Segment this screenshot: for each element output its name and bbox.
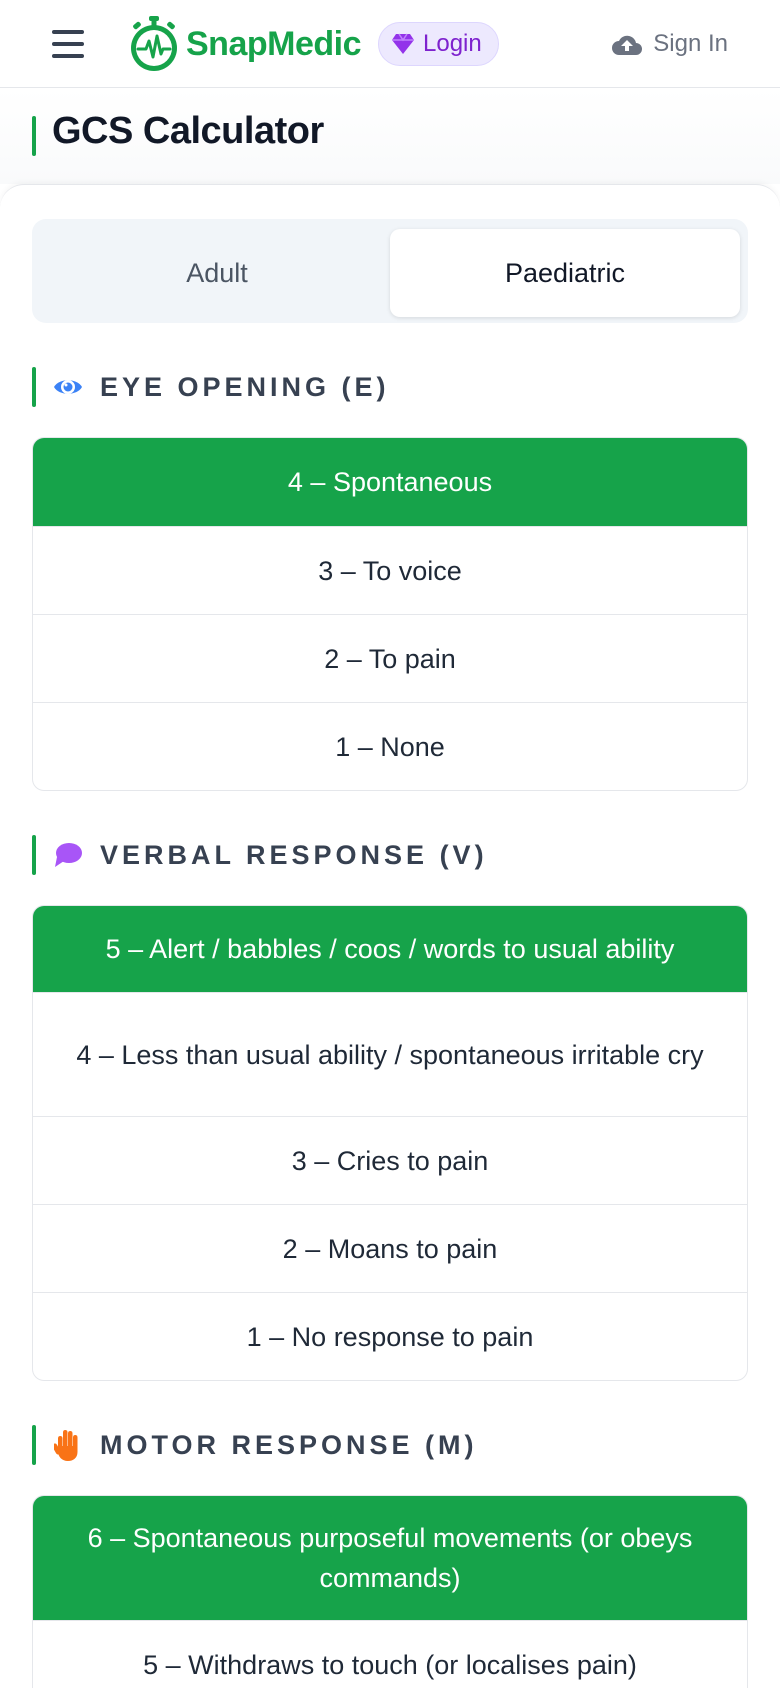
page-title: GCS Calculator [52,110,324,152]
motor-section-heading: MOTOR RESPONSE (M) [32,1425,478,1465]
eye-icon [52,371,84,403]
eye-section-heading: EYE OPENING (E) [32,367,390,407]
brand-logo[interactable]: SnapMedic [128,16,361,72]
tab-adult[interactable]: Adult [42,229,392,317]
eye-option-3[interactable]: 3 – To voice [33,526,747,614]
cloud-upload-icon [612,35,643,55]
verbal-section-heading: VERBAL RESPONSE (V) [32,835,488,875]
calculator-panel: Adult Paediatric EYE OPENING (E) 4 – Spo… [0,184,780,1688]
section-accent-bar [32,1425,36,1465]
login-button[interactable]: Login [378,22,499,66]
verbal-option-2[interactable]: 2 – Moans to pain [33,1204,747,1292]
sign-in-label: Sign In [653,30,728,57]
eye-options-list: 4 – Spontaneous 3 – To voice 2 – To pain… [32,437,748,791]
age-group-tabs: Adult Paediatric [32,219,748,323]
eye-option-2[interactable]: 2 – To pain [33,614,747,702]
hamburger-menu-icon[interactable] [52,30,84,58]
verbal-option-4[interactable]: 4 – Less than usual ability / spontaneou… [33,992,747,1116]
top-nav-bar: SnapMedic Login Sign In [0,0,780,88]
eye-option-1[interactable]: 1 – None [33,702,747,790]
speech-bubble-icon [52,839,84,871]
page-header: GCS Calculator [0,88,780,184]
stopwatch-heartbeat-icon [131,16,177,71]
sign-in-button[interactable]: Sign In [611,26,728,62]
verbal-option-5[interactable]: 5 – Alert / babbles / coos / words to us… [33,906,747,992]
brand-name: SnapMedic [186,24,361,63]
eye-option-4[interactable]: 4 – Spontaneous [33,438,747,526]
title-accent-bar [32,116,36,156]
tab-paediatric[interactable]: Paediatric [390,229,740,317]
section-accent-bar [32,835,36,875]
motor-option-5[interactable]: 5 – Withdraws to touch (or localises pai… [33,1620,747,1688]
verbal-option-1[interactable]: 1 – No response to pain [33,1292,747,1380]
section-title: EYE OPENING (E) [100,371,390,402]
section-title: VERBAL RESPONSE (V) [100,839,488,870]
login-label: Login [423,30,482,57]
diamond-icon [392,33,414,54]
verbal-options-list: 5 – Alert / babbles / coos / words to us… [32,905,748,1381]
motor-options-list: 6 – Spontaneous purposeful movements (or… [32,1495,748,1688]
section-accent-bar [32,367,36,407]
motor-option-6[interactable]: 6 – Spontaneous purposeful movements (or… [33,1496,747,1620]
hand-icon [52,1429,84,1461]
section-title: MOTOR RESPONSE (M) [100,1429,478,1460]
verbal-option-3[interactable]: 3 – Cries to pain [33,1116,747,1204]
